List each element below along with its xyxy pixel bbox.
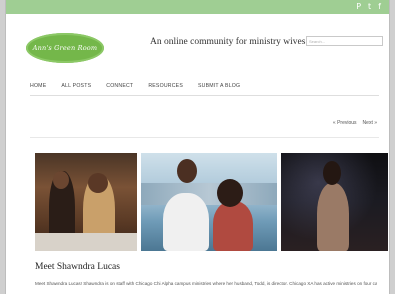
article-paragraph: Meet Shawndra Lucas! Shawndra is on staf… — [35, 281, 377, 286]
nav-item-resources[interactable]: RESOURCES — [148, 83, 183, 89]
article-heading: Meet Shawndra Lucas — [35, 262, 120, 272]
search-placeholder: Search... — [309, 39, 326, 44]
twitter-icon[interactable]: t — [368, 2, 371, 12]
site-tagline: An online community for ministry wives. — [150, 37, 308, 47]
nav-item-submit-a-blog[interactable]: SUBMIT A BLOG — [198, 83, 240, 89]
next-link[interactable]: Next » — [363, 120, 377, 126]
social-icons: P t f — [356, 2, 381, 12]
content-divider — [30, 137, 379, 138]
photo-couple-skyline — [141, 153, 277, 251]
top-bar: P t f — [6, 0, 389, 14]
nav-divider — [30, 95, 379, 96]
photo-couple-dinner — [35, 153, 137, 251]
facebook-icon[interactable]: f — [378, 2, 381, 12]
nav-item-connect[interactable]: CONNECT — [106, 83, 133, 89]
window-frame-right — [390, 0, 395, 294]
photo-strip — [35, 153, 388, 251]
pinterest-icon[interactable]: P — [356, 2, 361, 12]
search-input[interactable]: Search... — [306, 36, 383, 46]
logo-text: Ann's Green Room — [32, 44, 98, 52]
previous-link[interactable]: « Previous — [333, 120, 357, 126]
site-logo[interactable]: Ann's Green Room — [26, 33, 104, 63]
post-pager: « Previous Next » — [333, 120, 377, 126]
nav-item-all-posts[interactable]: ALL POSTS — [61, 83, 91, 89]
photo-speaker-stage — [281, 153, 388, 251]
nav-item-home[interactable]: HOME — [30, 83, 46, 89]
main-nav: HOME ALL POSTS CONNECT RESOURCES SUBMIT … — [30, 83, 240, 89]
web-page: P t f Ann's Green Room An online communi… — [5, 0, 390, 294]
